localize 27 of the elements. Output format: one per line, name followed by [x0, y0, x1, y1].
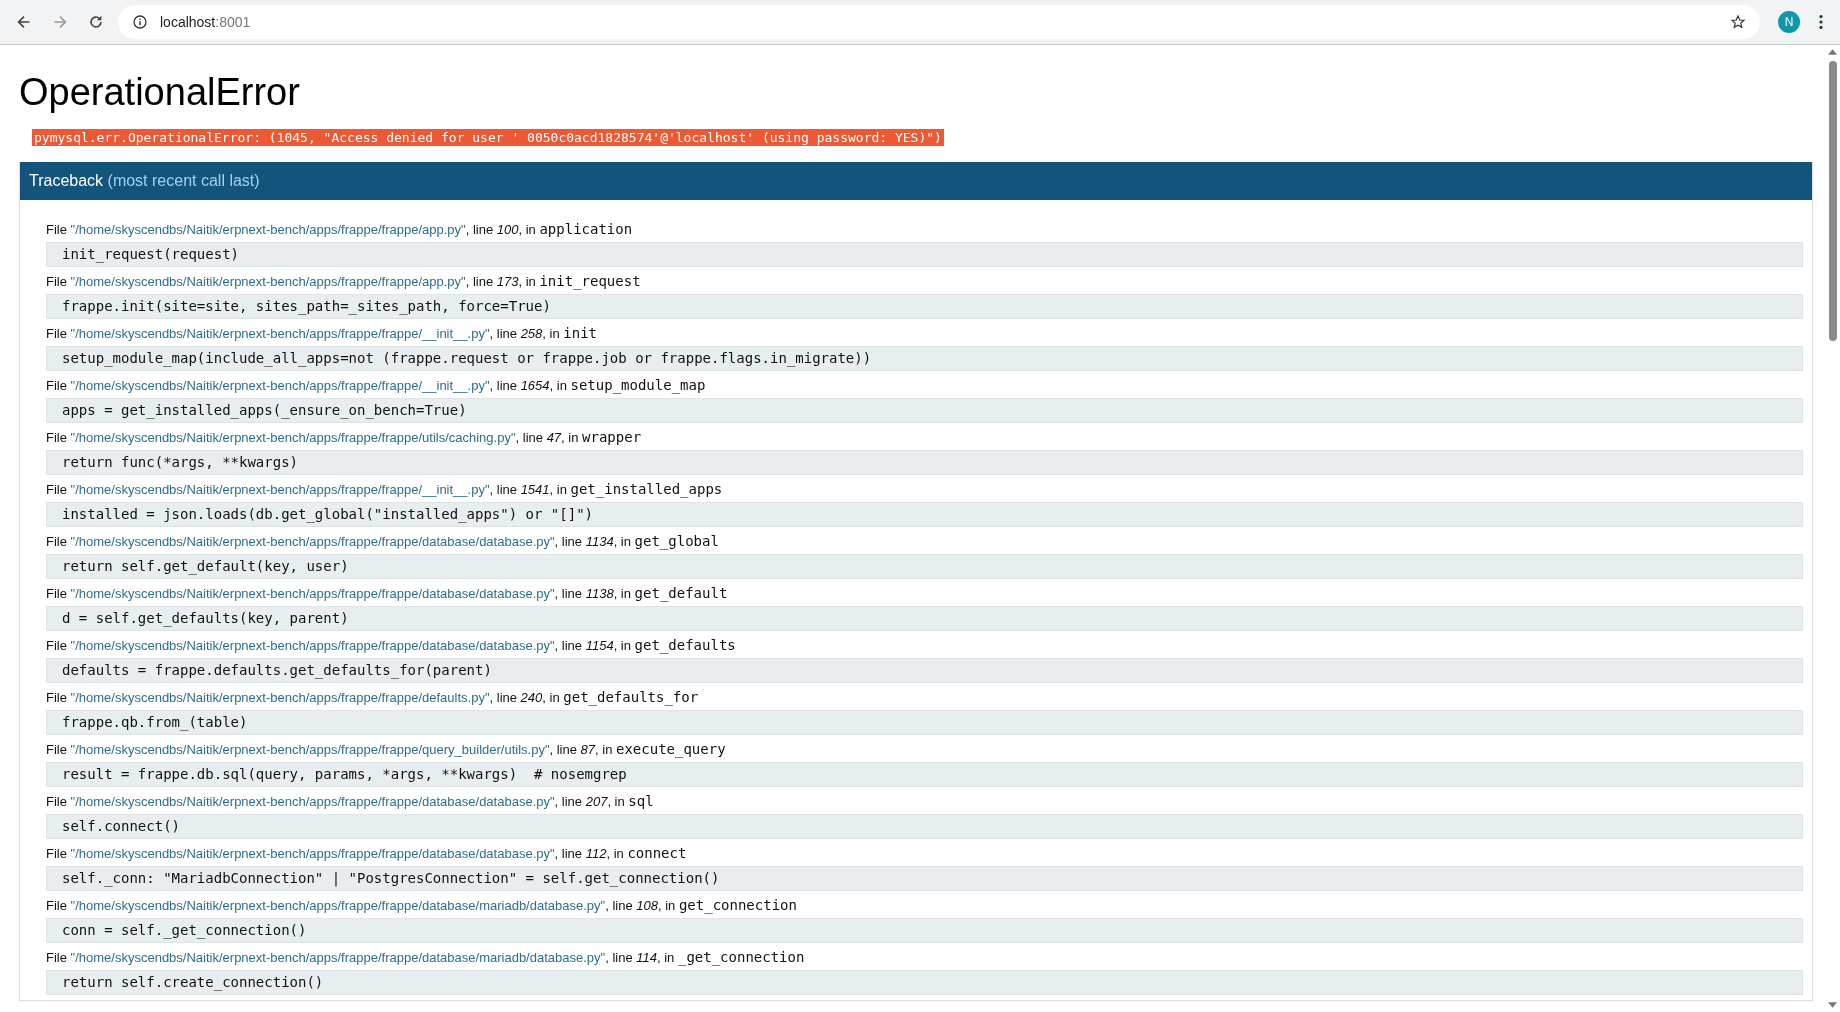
frame-location: File "/home/skyscendbs/Naitik/erpnext-bench/apps/frappe/frappe/database/database.py", line 207, in sql — [46, 792, 655, 811]
frame-location: File "/home/skyscendbs/Naitik/erpnext-bench/apps/frappe/frappe/app.py", line 100, in application — [46, 220, 634, 239]
address-bar[interactable]: localhost:8001 — [118, 5, 1760, 39]
info-icon[interactable] — [132, 14, 148, 30]
frame-location: File "/home/skyscendbs/Naitik/erpnext-bench/apps/frappe/frappe/defaults.py", line 240, in get_defaults_for — [46, 688, 700, 707]
frame-location: File "/home/skyscendbs/Naitik/erpnext-bench/apps/frappe/frappe/app.py", line 173, in init_request — [46, 272, 642, 291]
error-message: pymysql.err.OperationalError: (1045, "Access denied for user ' 0050c0acd1828574'@'localhost' (using password: YES)") — [32, 129, 944, 146]
scroll-down-icon[interactable] — [1828, 1002, 1837, 1008]
frame-location: File "/home/skyscendbs/Naitik/erpnext-bench/apps/frappe/frappe/database/database.py", line 1154, in get_defaults — [46, 636, 737, 655]
scrollbar-thumb[interactable] — [1828, 61, 1837, 341]
frame-location: File "/home/skyscendbs/Naitik/erpnext-bench/apps/frappe/frappe/__init__.py", line 258, in init — [46, 324, 598, 343]
traceback-header: Traceback (most recent call last) — [20, 162, 1812, 200]
frame-location: File "/home/skyscendbs/Naitik/erpnext-bench/apps/frappe/frappe/database/mariadb/database.py", line 108, in get_connection — [46, 896, 798, 915]
frame-location: File "/home/skyscendbs/Naitik/erpnext-bench/apps/frappe/frappe/__init__.py", line 1654, in setup_module_map — [46, 376, 707, 395]
star-icon[interactable] — [1730, 14, 1746, 30]
scroll-up-icon[interactable] — [1828, 49, 1837, 55]
url-text: localhost:8001 — [160, 14, 252, 30]
frame-location: File "/home/skyscendbs/Naitik/erpnext-bench/apps/frappe/frappe/database/mariadb/database.py", line 114, in _get_connection — [46, 948, 806, 967]
frame-location: File "/home/skyscendbs/Naitik/erpnext-bench/apps/frappe/frappe/utils/caching.py", line 47, in wrapper — [46, 428, 643, 447]
menu-icon[interactable] — [1818, 13, 1824, 31]
reload-icon[interactable] — [87, 13, 105, 31]
error-title: OperationalError — [19, 71, 301, 114]
frame-location: File "/home/skyscendbs/Naitik/erpnext-bench/apps/frappe/frappe/__init__.py", line 1541, in get_installed_apps — [46, 480, 724, 499]
frame-location: File "/home/skyscendbs/Naitik/erpnext-bench/apps/frappe/frappe/database/database.py", line 112, in connect — [46, 844, 688, 863]
frame-location: File "/home/skyscendbs/Naitik/erpnext-bench/apps/frappe/frappe/query_builder/utils.py", line 87, in execute_query — [46, 740, 727, 759]
frame-location: File "/home/skyscendbs/Naitik/erpnext-bench/apps/frappe/frappe/database/database.py", line 1134, in get_global — [46, 532, 720, 551]
frame-location: File "/home/skyscendbs/Naitik/erpnext-bench/apps/frappe/frappe/database/database.py", line 1138, in get_default — [46, 584, 729, 603]
